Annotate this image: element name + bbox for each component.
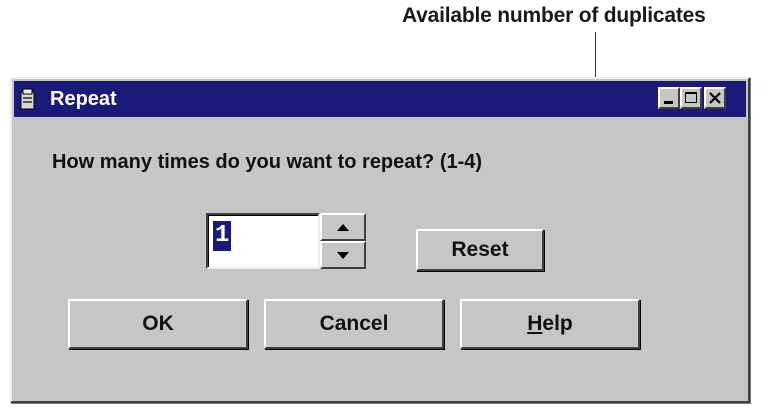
annotation-label: Available number of duplicates — [402, 4, 706, 27]
minimize-icon — [664, 101, 673, 104]
repeat-count-value: 1 — [213, 221, 232, 251]
ok-button[interactable]: OK — [68, 299, 248, 349]
repeat-count-stepper[interactable] — [320, 213, 366, 269]
app-icon[interactable] — [19, 87, 37, 111]
help-mnemonic: H — [527, 312, 543, 335]
stepper-up-button[interactable] — [320, 213, 366, 241]
repeat-prompt: How many times do you want to repeat? (1… — [52, 151, 483, 173]
stepper-down-button[interactable] — [320, 241, 366, 269]
minimize-button[interactable] — [658, 87, 680, 109]
arrow-down-icon — [337, 252, 349, 259]
window-title: Repeat — [50, 88, 117, 110]
close-icon — [709, 92, 721, 104]
arrow-up-icon — [337, 224, 349, 231]
maximize-button[interactable] — [680, 87, 702, 109]
repeat-dialog-window: Repeat How many times do you want to rep… — [10, 77, 750, 403]
maximize-icon — [685, 92, 697, 103]
help-label-rest: elp — [542, 312, 573, 335]
cancel-button[interactable]: Cancel — [264, 299, 444, 349]
title-bar[interactable]: Repeat — [14, 81, 746, 117]
reset-button[interactable]: Reset — [416, 229, 544, 271]
repeat-count-input[interactable]: 1 — [206, 213, 320, 269]
close-button[interactable] — [704, 87, 726, 109]
help-button[interactable]: Help — [460, 299, 640, 349]
